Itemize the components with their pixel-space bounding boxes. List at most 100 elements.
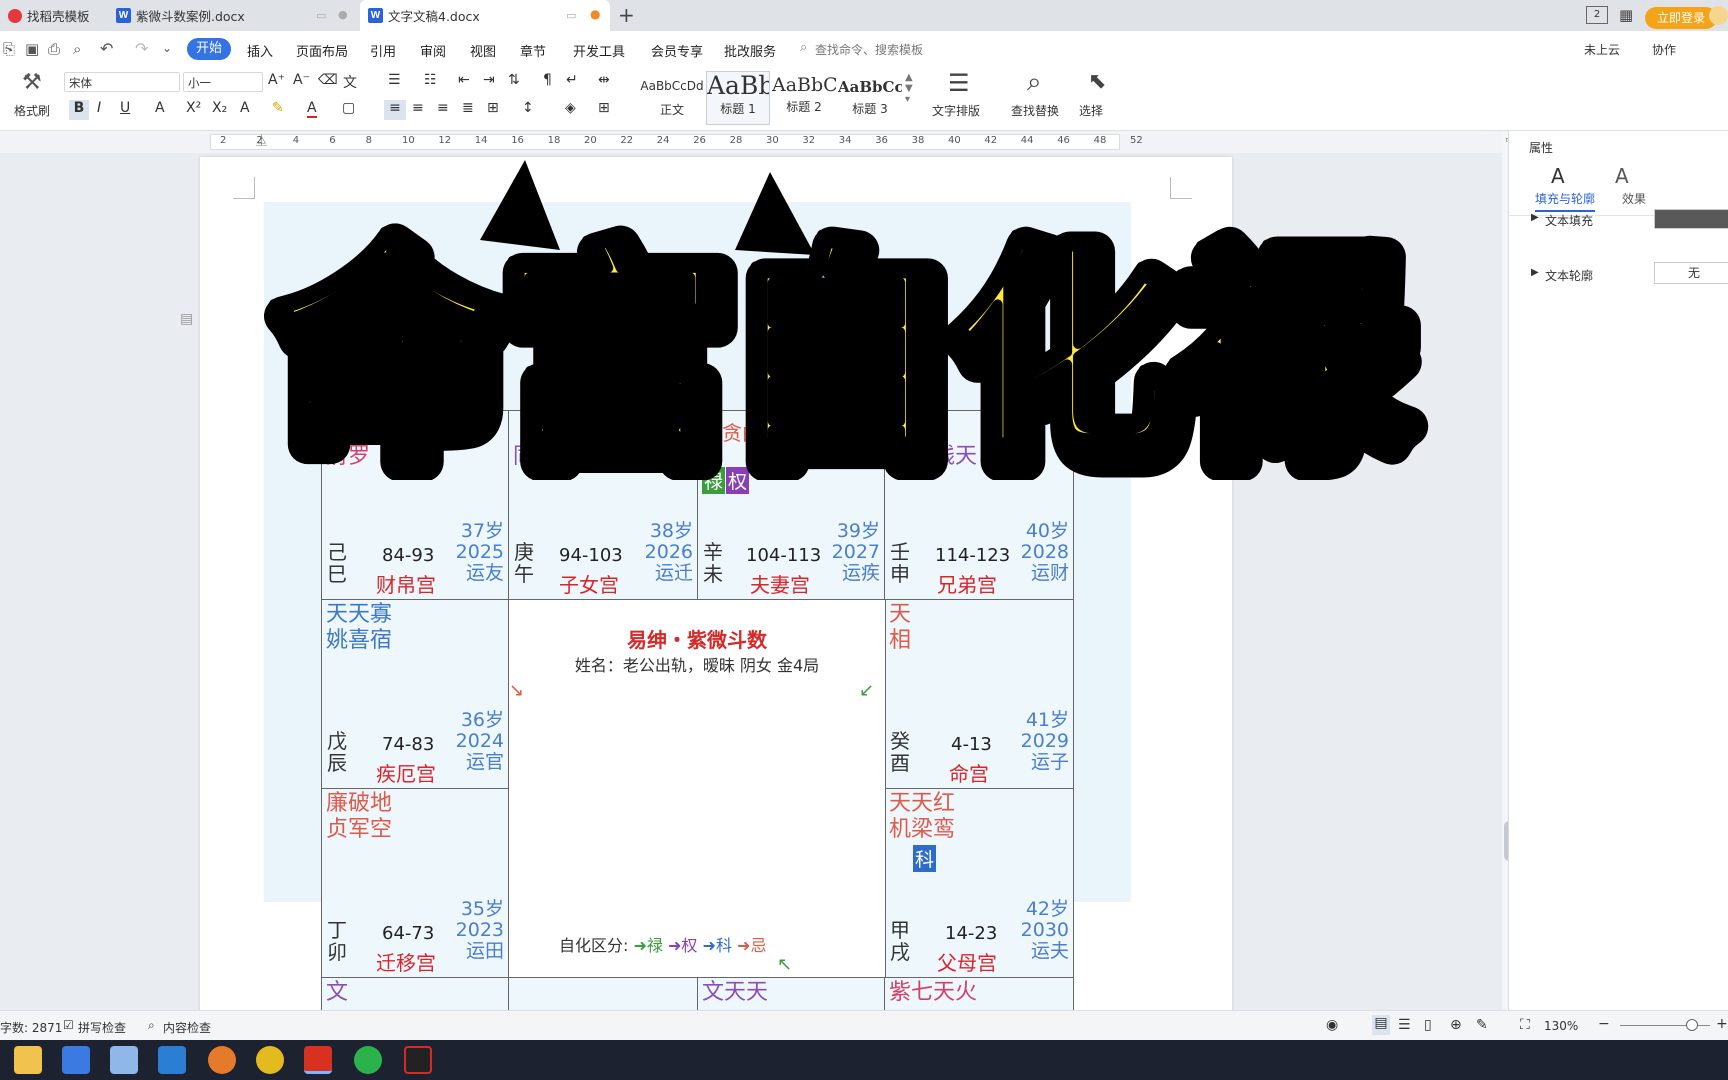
tab-document-case[interactable]: W 紫微斗数案例.docx ▭ ● bbox=[108, 0, 358, 31]
find-icon[interactable]: ⌕ bbox=[1027, 67, 1042, 98]
file-explorer-icon[interactable] bbox=[14, 1046, 42, 1074]
tab-template[interactable]: 找稻壳模板 bbox=[0, 0, 105, 31]
menu-layout[interactable]: 页面布局 bbox=[296, 41, 348, 60]
pen-icon[interactable]: ✎ bbox=[1476, 1017, 1488, 1033]
font-color-icon[interactable]: A bbox=[307, 100, 317, 118]
menu-insert[interactable]: 插入 bbox=[247, 41, 273, 60]
zoom-out-icon[interactable]: − bbox=[1598, 1016, 1610, 1032]
indent-icon[interactable]: ⇥ bbox=[483, 72, 495, 88]
fill-color-swatch[interactable] bbox=[1654, 209, 1728, 229]
zoom-slider-thumb[interactable] bbox=[1686, 1019, 1698, 1031]
tab-fill-outline[interactable]: 填充与轮廓 bbox=[1535, 190, 1596, 212]
save-icon[interactable]: ▣ bbox=[25, 40, 39, 58]
file-icon[interactable]: ⎘ bbox=[3, 40, 15, 58]
page-view-icon[interactable]: ▤ bbox=[1372, 1015, 1390, 1035]
highlight-icon[interactable]: ✎ bbox=[272, 100, 284, 116]
format-painter-label[interactable]: 格式刷 bbox=[14, 102, 50, 119]
undo-icon[interactable]: ↶ bbox=[100, 39, 113, 58]
text-layout-icon[interactable]: ☰ bbox=[948, 69, 970, 97]
fit-icon[interactable]: ⛶ bbox=[1520, 1017, 1530, 1033]
format-painter-icon[interactable]: ⚒ bbox=[22, 70, 42, 95]
line-break-icon[interactable]: ↵ bbox=[566, 72, 578, 88]
subscript-icon[interactable]: X₂ bbox=[212, 100, 227, 116]
content-check-icon[interactable]: ⌕ bbox=[148, 1018, 155, 1033]
outline-select[interactable]: 无 bbox=[1654, 262, 1728, 284]
page-icon[interactable]: ▤ bbox=[180, 311, 193, 327]
unsaved-dot-icon[interactable]: ● bbox=[590, 7, 600, 21]
notes-icon[interactable] bbox=[110, 1046, 138, 1074]
spell-check[interactable]: 拼写检查 bbox=[78, 1019, 126, 1036]
italic-button[interactable]: I bbox=[97, 100, 101, 116]
layout-icon[interactable]: 2 bbox=[1586, 6, 1608, 24]
effects-icon[interactable]: A bbox=[1615, 164, 1629, 188]
strikethrough-icon[interactable]: A bbox=[155, 100, 165, 116]
new-tab-button[interactable]: + bbox=[618, 3, 635, 27]
align-left-button[interactable]: ≡ bbox=[384, 100, 406, 120]
pinyin-icon[interactable]: 文 bbox=[343, 72, 357, 92]
numbering-icon[interactable]: ☷ bbox=[424, 72, 437, 88]
cloud-status[interactable]: 未上云 bbox=[1584, 41, 1620, 58]
find-replace-button[interactable]: 查找替换 bbox=[1011, 102, 1059, 119]
distribute-icon[interactable]: ⊞ bbox=[487, 100, 499, 116]
browser-icon[interactable] bbox=[208, 1046, 236, 1074]
wechat-icon[interactable] bbox=[354, 1046, 382, 1074]
tab-stop-icon[interactable]: ⇹ bbox=[598, 72, 610, 88]
content-check[interactable]: 内容检查 bbox=[163, 1019, 211, 1036]
outline-label[interactable]: 文本轮廓 bbox=[1545, 267, 1593, 284]
grow-font-icon[interactable]: A⁺ bbox=[268, 72, 285, 88]
avatar[interactable] bbox=[1709, 6, 1728, 25]
menu-references[interactable]: 引用 bbox=[370, 41, 396, 60]
store-icon[interactable] bbox=[62, 1046, 90, 1074]
window-icon[interactable]: ▭ bbox=[566, 9, 576, 22]
zoom-level[interactable]: 130% bbox=[1544, 1019, 1578, 1033]
show-marks-icon[interactable]: ¶ bbox=[543, 72, 552, 88]
menu-member[interactable]: 会员专享 bbox=[651, 41, 703, 60]
expand-icon[interactable]: ▶ bbox=[1531, 212, 1539, 223]
outline-view-icon[interactable]: ☰ bbox=[1398, 1017, 1411, 1033]
close-icon[interactable]: ● bbox=[338, 8, 348, 21]
wps-icon[interactable] bbox=[304, 1046, 332, 1074]
apps-grid-icon[interactable]: ▦ bbox=[1619, 6, 1633, 24]
style-heading3[interactable]: AaBbCcI 标题 3 bbox=[838, 71, 902, 125]
command-search-input[interactable]: 查找命令、搜索模板 bbox=[815, 41, 923, 58]
web-view-icon[interactable]: ⊕ bbox=[1450, 1017, 1462, 1033]
menu-developer[interactable]: 开发工具 bbox=[573, 41, 625, 60]
zoom-in-icon[interactable]: + bbox=[1716, 1016, 1728, 1032]
line-spacing-icon[interactable]: ↕ bbox=[522, 100, 534, 116]
redo-icon[interactable]: ↷ bbox=[135, 39, 148, 58]
menu-view[interactable]: 视图 bbox=[470, 41, 496, 60]
styles-scroll-icon[interactable]: ▲ ▼ ▾ bbox=[905, 72, 913, 105]
eye-icon[interactable]: ◉ bbox=[1326, 1017, 1338, 1033]
menu-review[interactable]: 审阅 bbox=[420, 41, 446, 60]
fill-outline-icon[interactable]: A bbox=[1551, 164, 1565, 188]
print-icon[interactable]: ⎙ bbox=[48, 40, 60, 58]
style-normal[interactable]: AaBbCcDd 正文 bbox=[640, 71, 704, 125]
expand-icon[interactable]: ▶ bbox=[1531, 267, 1539, 278]
checkbox-icon[interactable]: ☑ bbox=[63, 1018, 74, 1032]
align-right-icon[interactable]: ≡ bbox=[437, 100, 449, 116]
tab-document-active[interactable]: W 文字文稿4.docx ▭ ● bbox=[360, 0, 610, 31]
align-center-icon[interactable]: ≡ bbox=[412, 100, 424, 116]
bullets-icon[interactable]: ☰ bbox=[388, 72, 401, 88]
shrink-font-icon[interactable]: A⁻ bbox=[293, 72, 310, 88]
horizontal-ruler[interactable]: 2 2 4 6 8 10 12 14 16 18 20 22 24 26 28 30 32 34 36 38 40 42 4… bbox=[0, 131, 1508, 153]
borders-icon[interactable]: ⊞ bbox=[598, 100, 610, 116]
style-heading2[interactable]: AaBbC 标题 2 bbox=[772, 71, 836, 125]
bold-button[interactable]: B bbox=[69, 100, 89, 120]
menu-home[interactable]: 开始 bbox=[187, 38, 231, 60]
recorder-icon[interactable] bbox=[404, 1046, 432, 1074]
word-count[interactable]: 字数: 2871 bbox=[0, 1019, 62, 1036]
style-heading1[interactable]: AaBb 标题 1 bbox=[706, 71, 770, 125]
login-button[interactable]: 立即登录 bbox=[1645, 7, 1717, 29]
sort-icon[interactable]: ⇅ bbox=[508, 72, 520, 88]
mail-icon[interactable] bbox=[158, 1046, 186, 1074]
tab-effects[interactable]: 效果 bbox=[1622, 190, 1646, 207]
font-size-select[interactable]: 小一 bbox=[183, 72, 263, 92]
font-family-select[interactable]: 宋体 bbox=[64, 72, 180, 92]
shading-icon[interactable]: ◈ bbox=[565, 100, 576, 116]
fill-label[interactable]: 文本填充 bbox=[1545, 212, 1593, 229]
superscript-icon[interactable]: X² bbox=[186, 100, 201, 116]
select-button[interactable]: 选择 bbox=[1079, 102, 1103, 119]
text-layout-button[interactable]: 文字排版 bbox=[932, 102, 980, 119]
justify-icon[interactable]: ≣ bbox=[462, 100, 474, 116]
